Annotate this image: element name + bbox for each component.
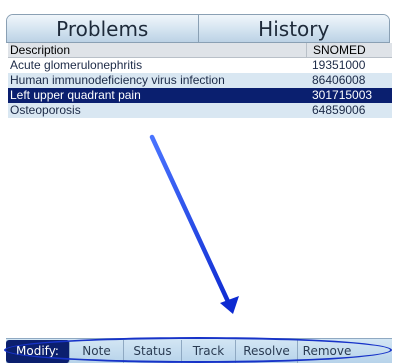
table-row[interactable]: Osteoporosis 64859006 (8, 103, 392, 118)
row-description: Osteoporosis (10, 103, 81, 117)
row-description: Acute glomerulonephritis (10, 58, 143, 72)
table-row-selected[interactable]: Left upper quadrant pain 301715003 (8, 88, 392, 103)
note-button[interactable]: Note (70, 339, 124, 363)
row-snomed-code: 301715003 (312, 88, 373, 102)
table-row[interactable]: Human immunodeficiency virus infection 8… (8, 73, 392, 88)
row-snomed-code: 86406008 (312, 73, 366, 87)
tab-problems[interactable]: Problems (7, 15, 198, 42)
column-header-description[interactable]: Description (8, 43, 306, 57)
table-row[interactable]: Acute glomerulonephritis 19351000 (8, 58, 392, 73)
column-header-snomed[interactable]: SNOMED (306, 43, 392, 57)
table-header: Description SNOMED (8, 43, 392, 58)
action-toolbar: Modify: Note Status Track Resolve Remove (6, 338, 392, 363)
tab-history[interactable]: History (197, 15, 389, 42)
problems-panel: Problems History Description SNOMED Acut… (0, 0, 394, 364)
status-button[interactable]: Status (124, 339, 182, 363)
row-description: Human immunodeficiency virus infection (10, 73, 225, 87)
remove-button[interactable]: Remove (298, 340, 356, 363)
tab-bar: Problems History (6, 14, 390, 43)
row-snomed-code: 19351000 (312, 58, 366, 72)
modify-button[interactable]: Modify: (6, 339, 70, 363)
track-button[interactable]: Track (182, 339, 236, 363)
resolve-button[interactable]: Resolve (236, 339, 298, 363)
row-snomed-code: 64859006 (312, 103, 366, 117)
problems-table: Description SNOMED Acute glomerulonephri… (8, 43, 392, 336)
row-description: Left upper quadrant pain (10, 88, 141, 102)
